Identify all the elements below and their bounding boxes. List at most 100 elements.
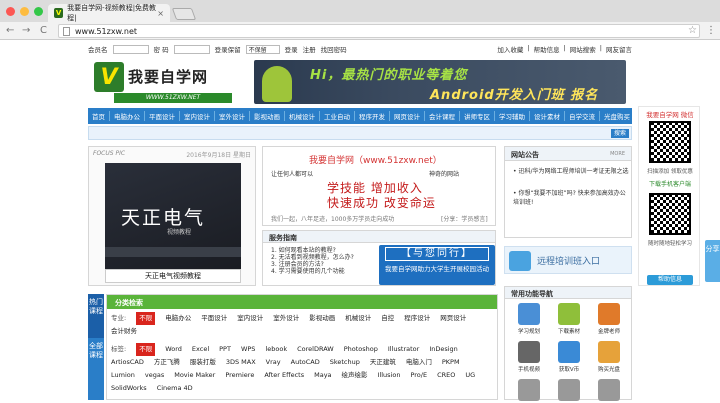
tag-filter-item[interactable]: lebook: [265, 343, 287, 356]
tag-filter-item[interactable]: 电脑入门: [406, 356, 432, 369]
site-search-link[interactable]: 网站搜索: [570, 44, 596, 54]
bookmark-star-icon[interactable]: ☆: [688, 25, 697, 36]
notice-item[interactable]: • 你想“我要不加班”吗? 快来参加高效办公培训班!: [513, 189, 629, 207]
tag-filter-item[interactable]: PKPM: [442, 356, 460, 369]
tag-filter-item[interactable]: UG: [465, 369, 475, 382]
service-item[interactable]: 3. 注册会员的方法?: [271, 261, 354, 268]
tag-filter-item[interactable]: PPT: [219, 343, 231, 356]
common-function-item[interactable]: [549, 379, 589, 403]
major-filter-item[interactable]: 室内设计: [237, 312, 263, 325]
forgot-password-link[interactable]: 找回密码: [321, 44, 347, 54]
tag-filter-item[interactable]: 方正飞腾: [154, 356, 180, 369]
major-filter-item[interactable]: 会计财务: [111, 325, 137, 338]
zoom-window-button[interactable]: [34, 7, 43, 16]
tag-filter-item[interactable]: CorelDRAW: [297, 343, 334, 356]
remote-training-entry[interactable]: 远程培训班入口: [504, 246, 632, 274]
tag-filter-item[interactable]: Sketchup: [330, 356, 360, 369]
tag-filter-item[interactable]: 天正建筑: [370, 356, 396, 369]
tag-filter-item[interactable]: Lumion: [111, 369, 135, 382]
tag-filter-item[interactable]: Vray: [266, 356, 281, 369]
notice-more-link[interactable]: MORE: [610, 151, 625, 157]
password-input[interactable]: [173, 44, 210, 54]
browser-tab[interactable]: V 我要自学网-视频教程|免费教程| ×: [48, 4, 170, 22]
common-function-item[interactable]: [589, 379, 629, 403]
download-app-link[interactable]: 下载手机客户端: [641, 179, 699, 188]
nav-item[interactable]: 影视动画: [250, 111, 285, 121]
major-filter-item[interactable]: 电脑办公: [165, 312, 191, 325]
nav-item[interactable]: 室内设计: [180, 111, 215, 121]
major-filter-item[interactable]: 程序设计: [404, 312, 430, 325]
nav-item[interactable]: 工业自动: [320, 111, 355, 121]
hot-courses-tab[interactable]: 热门课程: [88, 294, 104, 338]
search-button[interactable]: 搜索: [611, 129, 629, 138]
tag-filter-item[interactable]: Illustrator: [388, 343, 419, 356]
all-courses-tab[interactable]: 全部课程: [88, 342, 104, 360]
back-icon[interactable]: ←: [6, 25, 14, 36]
login-keep-select[interactable]: 不保留: [245, 44, 280, 54]
search-row[interactable]: 搜索: [88, 126, 632, 140]
tag-filter-item[interactable]: 不限: [136, 343, 156, 356]
nav-item[interactable]: 讲师专区: [460, 111, 495, 121]
guestbook-link[interactable]: 网友留言: [606, 44, 632, 54]
browser-menu-icon[interactable]: ⋮: [706, 25, 716, 36]
nav-item[interactable]: 机械设计: [285, 111, 320, 121]
help-button[interactable]: 帮助信息: [647, 275, 693, 285]
major-filter-item[interactable]: 平面设计: [201, 312, 227, 325]
nav-item[interactable]: 程序开发: [355, 111, 390, 121]
major-filter-item[interactable]: 机械设计: [345, 312, 371, 325]
common-function-item[interactable]: 下载素材: [549, 303, 589, 335]
major-filter-item[interactable]: 影视动画: [309, 312, 335, 325]
major-filter-item[interactable]: 不限: [136, 312, 156, 325]
close-tab-icon[interactable]: ×: [157, 9, 164, 18]
tag-filter-item[interactable]: Illusion: [378, 369, 401, 382]
forward-icon[interactable]: →: [22, 25, 30, 36]
tag-filter-item[interactable]: AutoCAD: [291, 356, 320, 369]
major-filter-item[interactable]: 室外设计: [273, 312, 299, 325]
android-ad-banner[interactable]: Hi，最热门的职业等着您 Android开发入门班 报名吧！: [254, 60, 626, 104]
tag-filter-item[interactable]: Photoshop: [344, 343, 378, 356]
tag-filter-item[interactable]: Premiere: [225, 369, 254, 382]
tag-filter-item[interactable]: 服装打版: [190, 356, 216, 369]
notice-item[interactable]: • 迅科/华为网络工程师培训一考证无限之选: [513, 167, 629, 176]
reload-icon[interactable]: C: [40, 25, 47, 36]
register-link[interactable]: 注册: [303, 44, 316, 54]
nav-item[interactable]: 首页: [88, 111, 110, 121]
tag-filter-item[interactable]: 3DS MAX: [226, 356, 256, 369]
major-filter-item[interactable]: 网页设计: [440, 312, 466, 325]
service-item[interactable]: 4. 学习需要使用的几个功能: [271, 268, 354, 275]
site-logo[interactable]: V 我要自学网 WWW.51ZXW.NET: [88, 60, 238, 104]
major-filter-item[interactable]: 自控: [381, 312, 394, 325]
new-tab-button[interactable]: [171, 8, 197, 20]
nav-item[interactable]: 设计素材: [530, 111, 565, 121]
nav-item[interactable]: 光盘购买: [600, 111, 634, 121]
tag-filter-item[interactable]: ArtiosCAD: [111, 356, 144, 369]
common-function-item[interactable]: 学习规划: [509, 303, 549, 335]
common-function-item[interactable]: 获取V币: [549, 341, 589, 373]
tag-filter-item[interactable]: 绘声绘影: [342, 369, 368, 382]
tag-filter-item[interactable]: SolidWorks: [111, 382, 147, 395]
nav-item[interactable]: 网页设计: [390, 111, 425, 121]
tag-filter-item[interactable]: WPS: [241, 343, 255, 356]
login-link[interactable]: 登录: [285, 44, 298, 54]
nav-item[interactable]: 会计课程: [425, 111, 460, 121]
service-item[interactable]: 2. 无法看到视频教程，怎么办?: [271, 254, 354, 261]
share-side-button[interactable]: 分享: [705, 240, 720, 282]
common-function-item[interactable]: 金牌老师: [589, 303, 629, 335]
help-link[interactable]: 帮助信息: [534, 44, 560, 54]
tag-filter-item[interactable]: Movie Maker: [174, 369, 215, 382]
nav-item[interactable]: 自学交流: [565, 111, 600, 121]
common-function-item[interactable]: 手机视频: [509, 341, 549, 373]
minimize-window-button[interactable]: [20, 7, 29, 16]
nav-item[interactable]: 学习辅助: [495, 111, 530, 121]
common-function-item[interactable]: [509, 379, 549, 403]
tag-filter-item[interactable]: Excel: [192, 343, 209, 356]
address-bar[interactable]: www.51zxw.net: [58, 24, 700, 38]
service-item[interactable]: 1. 如何观看本站的教程?: [271, 247, 354, 254]
nav-item[interactable]: 室外设计: [215, 111, 250, 121]
tag-filter-item[interactable]: CREO: [437, 369, 455, 382]
nav-item[interactable]: 电脑办公: [110, 111, 145, 121]
tag-filter-item[interactable]: Word: [165, 343, 182, 356]
campus-activity-banner[interactable]: 【与您同行】 我要自学网助力大学生开展校园活动: [379, 245, 495, 285]
close-window-button[interactable]: [6, 7, 15, 16]
focus-image[interactable]: 天正电气 视频教程: [105, 163, 241, 269]
